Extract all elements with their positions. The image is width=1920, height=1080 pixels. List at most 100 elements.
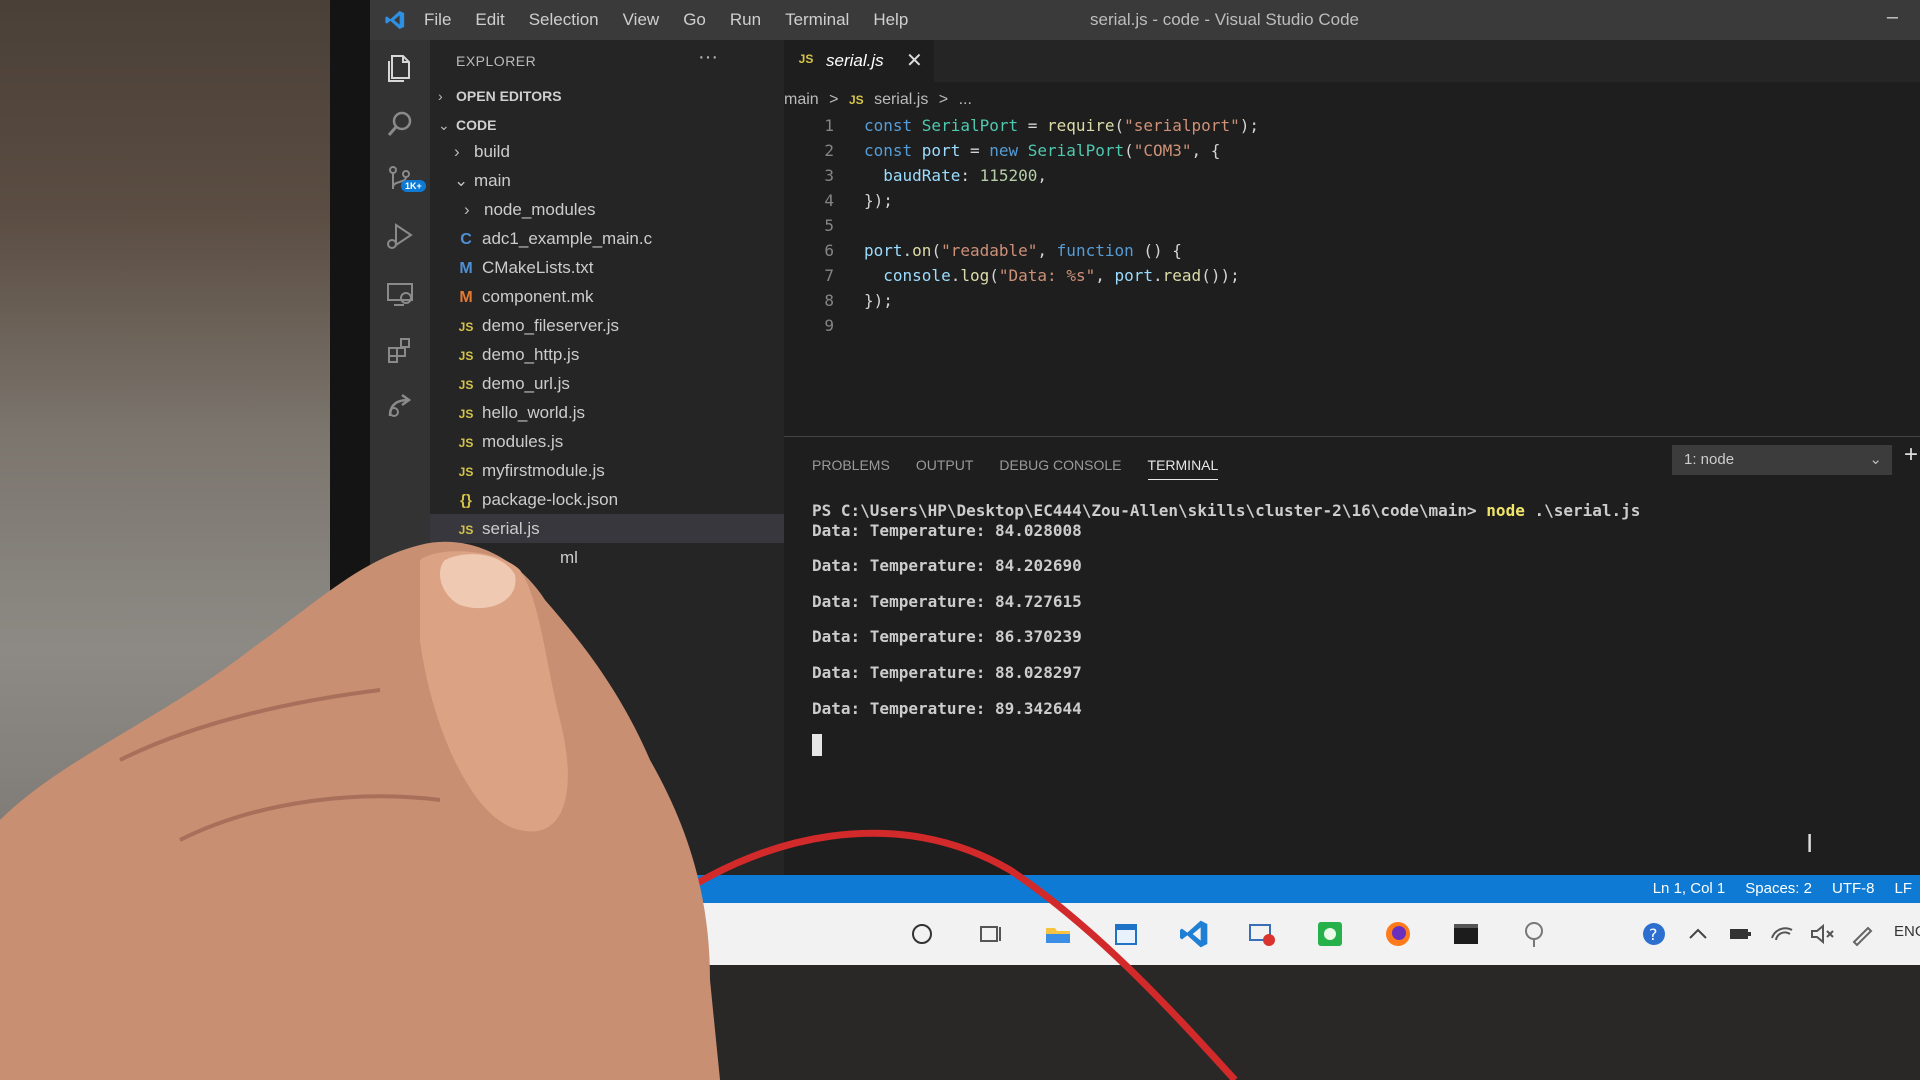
tree-folder-node-modules[interactable]: › node_modules: [464, 195, 596, 224]
tab-problems[interactable]: PROBLEMS: [812, 457, 890, 480]
battery-icon[interactable]: [1724, 918, 1756, 950]
menu-help[interactable]: Help: [873, 10, 908, 30]
tab-serial-js[interactable]: JS serial.js ✕: [784, 40, 934, 82]
code-line[interactable]: 9: [784, 313, 864, 338]
json-file-icon: {}: [460, 492, 472, 509]
breadcrumb: main > JS serial.js > ...: [784, 86, 978, 114]
live-share-icon[interactable]: [384, 390, 416, 422]
menu-selection[interactable]: Selection: [529, 10, 599, 30]
tree-file[interactable]: JS demo_http.js: [454, 340, 580, 369]
explorer-icon[interactable]: [384, 52, 416, 84]
breadcrumb-folder[interactable]: main: [784, 91, 819, 108]
app-green-icon[interactable]: [1314, 918, 1346, 950]
svg-text:?: ?: [1649, 925, 1658, 944]
code-line[interactable]: 6 port.on("readable", function () {: [784, 238, 1182, 263]
more-actions-icon[interactable]: ···: [698, 46, 718, 69]
tree-folder-main[interactable]: ⌄ main: [454, 166, 511, 195]
status-indentation[interactable]: Spaces: 2: [1745, 880, 1812, 897]
help-icon[interactable]: ?: [1638, 918, 1670, 950]
code-token: port: [1114, 266, 1154, 285]
tree-file[interactable]: JS myfirstmodule.js: [454, 456, 605, 485]
new-terminal-button[interactable]: +: [1904, 441, 1918, 469]
tree-file[interactable]: JS modules.js: [454, 427, 564, 456]
code-line[interactable]: 8});: [784, 288, 893, 313]
pen-icon[interactable]: [1846, 918, 1878, 950]
tree-file[interactable]: Mcomponent.mk: [454, 282, 593, 311]
volume-muted-icon[interactable]: [1806, 918, 1838, 950]
code-line[interactable]: 4});: [784, 188, 893, 213]
run-debug-icon[interactable]: [384, 220, 416, 252]
code-line[interactable]: 2 const port = new SerialPort("COM3", {: [784, 138, 1220, 163]
menu-file[interactable]: File: [424, 10, 451, 30]
terminal-command: node: [1486, 501, 1525, 520]
editor-tab-bar: JS serial.js ✕: [784, 40, 1920, 82]
menu-edit[interactable]: Edit: [475, 10, 504, 30]
open-editors-section[interactable]: › OPEN EDITORS: [438, 88, 562, 104]
code-token: });: [864, 291, 893, 310]
screen-record-icon[interactable]: [1246, 918, 1278, 950]
code-token: require: [1047, 116, 1115, 135]
tree-file-selected[interactable]: JS serial.js: [430, 514, 784, 543]
file-explorer-icon[interactable]: [1042, 918, 1074, 950]
search-icon[interactable]: [384, 108, 416, 140]
terminal-command-arg: .\serial.js: [1524, 501, 1641, 520]
breadcrumb-symbol[interactable]: ...: [959, 91, 972, 108]
extensions-icon[interactable]: [384, 334, 416, 366]
terminal-prompt: PS C:\Users\HP\Desktop\EC444\Zou-Allen\s…: [812, 501, 1487, 520]
terminal-select[interactable]: 1: node ⌄: [1672, 445, 1892, 475]
code-token: , {: [1191, 141, 1221, 160]
code-token: });: [864, 191, 893, 210]
menu-view[interactable]: View: [623, 10, 660, 30]
code-line[interactable]: 7 console.log("Data: %s", port.read());: [784, 263, 1239, 288]
code-line[interactable]: 3 baudRate: 115200,: [784, 163, 1047, 188]
workspace-section[interactable]: ⌄ CODE: [438, 117, 496, 134]
tree-file[interactable]: M CMakeLists.txt: [454, 253, 593, 282]
task-view-icon[interactable]: [974, 918, 1006, 950]
calendar-icon[interactable]: [1110, 918, 1142, 950]
source-control-icon[interactable]: 1K+: [384, 164, 426, 196]
menu-terminal[interactable]: Terminal: [785, 10, 849, 30]
status-encoding[interactable]: UTF-8: [1832, 880, 1875, 897]
tree-file[interactable]: JS demo_url.js: [454, 369, 570, 398]
tree-file[interactable]: {} package-lock.json: [454, 485, 618, 514]
tray-language[interactable]: ENG: [1894, 923, 1920, 940]
title-bar: File Edit Selection View Go Run Terminal…: [370, 0, 1920, 40]
status-bar: Ln 1, Col 1 Spaces: 2 UTF-8 LF: [370, 875, 1920, 903]
tree-folder-build[interactable]: › build: [454, 137, 510, 166]
tab-output[interactable]: OUTPUT: [916, 457, 974, 480]
js-file-icon: JS: [458, 407, 474, 421]
scm-badge: 1K+: [401, 180, 426, 192]
terminal-icon[interactable]: [1450, 918, 1482, 950]
wifi-icon[interactable]: [1766, 918, 1798, 950]
remote-explorer-icon[interactable]: [384, 278, 416, 310]
monitor-bezel: [330, 0, 370, 960]
close-icon[interactable]: ✕: [906, 48, 923, 73]
code-editor[interactable]: 1 const SerialPort = require("serialport"…: [784, 113, 1920, 433]
tree-file[interactable]: JS hello_world.js: [454, 398, 585, 427]
code-line[interactable]: 1 const SerialPort = require("serialport"…: [784, 113, 1259, 138]
code-token: function: [1056, 241, 1134, 260]
code-token: "Data: %s": [998, 266, 1096, 285]
network-app-icon[interactable]: [1518, 918, 1550, 950]
tab-terminal[interactable]: TERMINAL: [1147, 457, 1219, 480]
tree-file[interactable]: Cadc1_example_main.c: [454, 224, 652, 253]
chevron-up-icon[interactable]: [1682, 918, 1714, 950]
status-cursor-position[interactable]: Ln 1, Col 1: [1653, 880, 1726, 897]
tree-file[interactable]: JS demo_fileserver.js: [454, 311, 619, 340]
tree-file[interactable]: ml: [560, 543, 578, 572]
windows-taskbar: ? ENG: [370, 903, 1920, 965]
code-line[interactable]: 5: [784, 213, 864, 238]
menu-run[interactable]: Run: [730, 10, 761, 30]
terminal-select-value: 1: node: [1684, 451, 1735, 468]
status-eol[interactable]: LF: [1894, 880, 1912, 897]
breadcrumb-file[interactable]: serial.js: [874, 91, 928, 108]
code-token: ,: [1037, 166, 1048, 185]
cortana-icon[interactable]: [906, 918, 938, 950]
minimize-button[interactable]: –: [1887, 6, 1898, 29]
menu-go[interactable]: Go: [683, 10, 706, 30]
js-file-icon: JS: [848, 93, 864, 107]
firefox-icon[interactable]: [1382, 918, 1414, 950]
vscode-window: File Edit Selection View Go Run Terminal…: [370, 0, 1920, 965]
tab-debug-console[interactable]: DEBUG CONSOLE: [999, 457, 1121, 480]
vscode-icon[interactable]: [1178, 918, 1210, 950]
